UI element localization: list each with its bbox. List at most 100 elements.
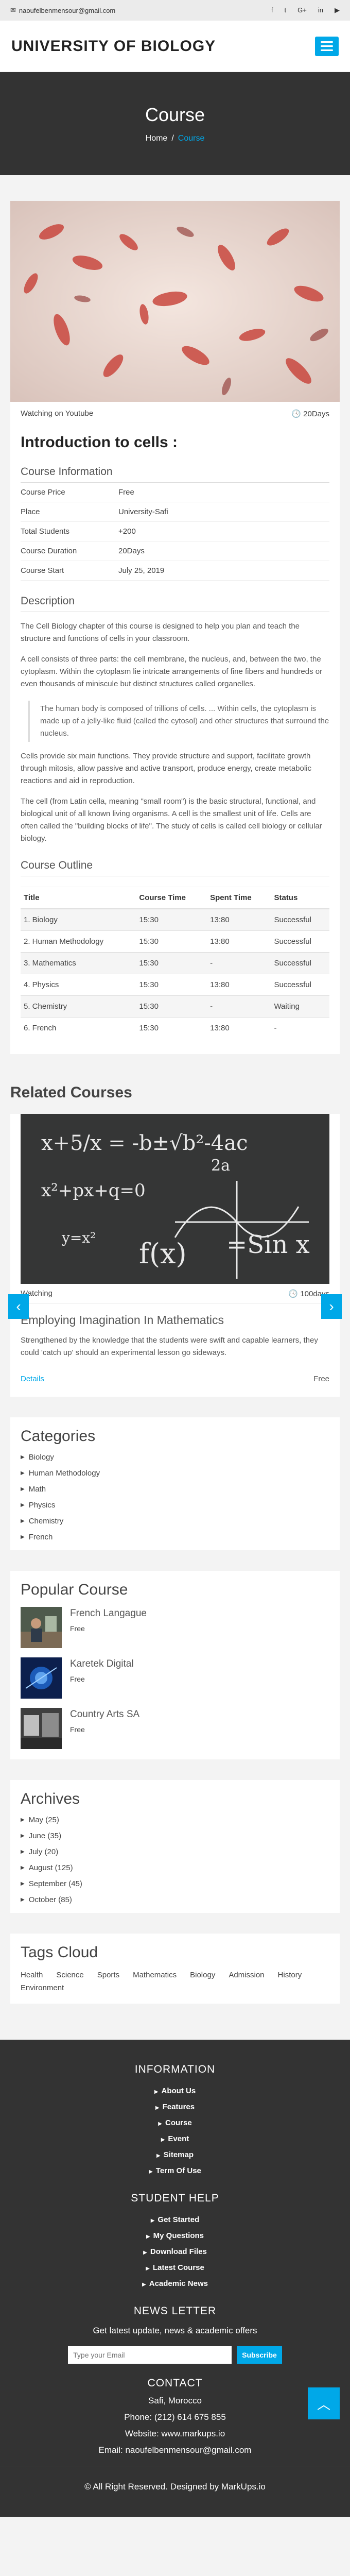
tag-link[interactable]: Environment — [21, 1984, 64, 1992]
watch-youtube-link[interactable]: Watching on Youtube — [21, 409, 93, 418]
info-row: Course Duration 20Days — [21, 541, 329, 561]
popular-course-heading: Popular Course — [21, 1581, 128, 1598]
caret-right-icon: ▶ — [156, 2153, 161, 2159]
facebook-icon[interactable]: f — [271, 6, 273, 14]
popular-course-price: Free — [70, 1725, 85, 1734]
popular-course-item[interactable]: Karetek Digital Free — [21, 1653, 340, 1704]
scroll-to-top-button[interactable]: ︿ — [308, 2387, 340, 2419]
related-course-card: x+5/x = -b±√b²-4ac 2a x²+px+q=0 f(x) =Si… — [21, 1114, 329, 1383]
description-paragraph: The cell (from Latin cella, meaning "sma… — [21, 797, 322, 843]
footer-help-links: ▶ Get Started ▶ My Questions ▶ Download Fil… — [0, 2212, 350, 2292]
tag-link[interactable]: Sports — [97, 1971, 119, 1979]
popular-course-item[interactable]: Country Arts SA Free — [21, 1704, 340, 1754]
footer-link[interactable]: ▶ Get Started — [0, 2212, 350, 2228]
math-blackboard-image: x+5/x = -b±√b²-4ac 2a x²+px+q=0 f(x) =Si… — [21, 1114, 329, 1284]
footer-help-heading: STUDENT HELP — [131, 2192, 219, 2204]
category-item[interactable]: ▶ Human Methodology — [21, 1465, 340, 1481]
footer-link[interactable]: ▶ Features — [0, 2099, 350, 2115]
caret-right-icon: ▶ — [149, 2169, 153, 2175]
contact-email[interactable]: Email: naoufelbenmensour@gmail.com — [0, 2445, 350, 2455]
tag-link[interactable]: Health — [21, 1971, 43, 1979]
footer-link[interactable]: ▶ Term Of Use — [0, 2163, 350, 2179]
archive-item[interactable]: ▶ October (85) — [21, 1892, 340, 1908]
tag-link[interactable]: Admission — [229, 1971, 264, 1979]
youtube-icon[interactable]: ▶ — [335, 6, 340, 14]
twitter-icon[interactable]: t — [285, 6, 287, 14]
carousel-prev-button[interactable]: ‹ — [8, 1294, 29, 1319]
footer-link[interactable]: ▶ Download Files — [0, 2244, 350, 2260]
google-plus-icon[interactable]: G+ — [297, 6, 307, 14]
tag-link[interactable]: Biology — [190, 1971, 215, 1979]
table-row: 5. Chemistry 15:30- Waiting — [21, 995, 329, 1018]
category-item[interactable]: ▶ Math — [21, 1481, 340, 1497]
page-title: Course — [145, 104, 205, 125]
menu-toggle-button[interactable] — [315, 36, 339, 56]
popular-course-widget: Popular Course French Langague Free Karet… — [10, 1571, 340, 1759]
footer-link[interactable]: ▶ Event — [0, 2131, 350, 2147]
site-logo[interactable]: UNIVERSITY OF BIOLOGY — [11, 38, 216, 55]
newsletter-email-input[interactable] — [68, 2346, 232, 2364]
info-row: Total Students +200 — [21, 522, 329, 541]
description-paragraph: A cell consists of three parts: the cell… — [21, 655, 323, 688]
category-item[interactable]: ▶ Biology — [21, 1449, 340, 1465]
caret-right-icon: ▶ — [155, 2105, 160, 2111]
popular-course-item[interactable]: French Langague Free — [21, 1603, 340, 1653]
top-bar: ✉ naoufelbenmensour@gmail.com f t G+ in … — [0, 0, 350, 21]
details-link[interactable]: Details — [21, 1375, 44, 1383]
linkedin-icon[interactable]: in — [318, 6, 323, 14]
popular-course-name: Country Arts SA — [70, 1709, 140, 1720]
description-paragraph: Cells provide six main functions. They p… — [21, 752, 312, 785]
footer-link[interactable]: ▶ Latest Course — [0, 2260, 350, 2276]
course-duration-badge: 🕓 20Days — [291, 410, 329, 418]
contact-phone: Phone: (212) 614 675 855 — [124, 2412, 226, 2422]
board-formula-2a: 2a — [211, 1157, 230, 1175]
archive-item[interactable]: ▶ June (35) — [21, 1828, 340, 1844]
archive-item[interactable]: ▶ August (125) — [21, 1860, 340, 1876]
related-course-price: Free — [313, 1375, 329, 1383]
category-item[interactable]: ▶ Chemistry — [21, 1513, 340, 1529]
category-item[interactable]: ▶ Physics — [21, 1497, 340, 1513]
caret-right-icon: ▶ — [21, 1534, 25, 1540]
category-item[interactable]: ▶ French — [21, 1529, 340, 1545]
popular-course-thumbnail — [21, 1708, 62, 1749]
col-status: Status — [271, 887, 329, 909]
description-paragraph: The Cell Biology chapter of this course … — [21, 622, 300, 643]
page-hero: Course Home / Course — [0, 72, 350, 175]
table-row: 1. Biology 15:30 13:80 Successful — [21, 908, 329, 931]
footer-link[interactable]: ▶ Sitemap — [0, 2147, 350, 2163]
related-courses-carousel: x+5/x = -b±√b²-4ac 2a x²+px+q=0 f(x) =Si… — [8, 1114, 342, 1397]
caret-right-icon: ▶ — [146, 2266, 150, 2272]
popular-course-thumbnail — [21, 1607, 62, 1648]
tag-link[interactable]: Mathematics — [133, 1971, 177, 1979]
footer-link[interactable]: ▶ My Questions — [0, 2228, 350, 2244]
footer-info-links: ▶ About Us ▶ Features ▶ Course ▶ Event ▶ Site… — [0, 2083, 350, 2179]
footer-link[interactable]: ▶ About Us — [0, 2083, 350, 2099]
popular-course-price: Free — [70, 1675, 85, 1683]
tags-list: Health Science Sports Mathematics Biolog… — [21, 1965, 340, 1998]
table-row: 4. Physics 15:30 13:80 Successful — [21, 974, 329, 996]
footer-link[interactable]: ▶ Course — [0, 2115, 350, 2131]
tag-link[interactable]: History — [278, 1971, 302, 1979]
contact-address: Safi, Morocco — [148, 2396, 202, 2405]
caret-right-icon: ▶ — [21, 1833, 25, 1839]
course-outline-heading: Course Outline — [21, 859, 329, 876]
archive-item[interactable]: ▶ July (20) — [21, 1844, 340, 1860]
contact-website[interactable]: Website: www.markups.io — [0, 2429, 350, 2439]
site-header: UNIVERSITY OF BIOLOGY — [0, 21, 350, 72]
archive-item[interactable]: ▶ September (45) — [21, 1876, 340, 1892]
related-course-title[interactable]: Employing Imagination In Mathematics — [21, 1313, 329, 1327]
social-links: f t G+ in ▶ — [271, 6, 340, 14]
info-row: Place University-Safi — [21, 502, 329, 522]
subscribe-button[interactable]: Subscribe — [237, 2346, 282, 2364]
tag-link[interactable]: Science — [56, 1971, 83, 1979]
board-formula-quadratic: x+5/x = -b±√b²-4ac — [41, 1131, 248, 1155]
breadcrumb-home[interactable]: Home — [146, 134, 168, 143]
popular-course-thumbnail — [21, 1657, 62, 1699]
carousel-next-button[interactable]: › — [321, 1294, 342, 1319]
caret-right-icon: ▶ — [150, 2218, 155, 2224]
top-email[interactable]: ✉ naoufelbenmensour@gmail.com — [10, 6, 115, 14]
footer-link[interactable]: ▶ Academic News — [0, 2276, 350, 2292]
board-formula-poly: x²+px+q=0 — [41, 1180, 146, 1201]
archive-item[interactable]: ▶ May (25) — [21, 1812, 340, 1828]
course-info-heading: Course Information — [21, 466, 329, 483]
